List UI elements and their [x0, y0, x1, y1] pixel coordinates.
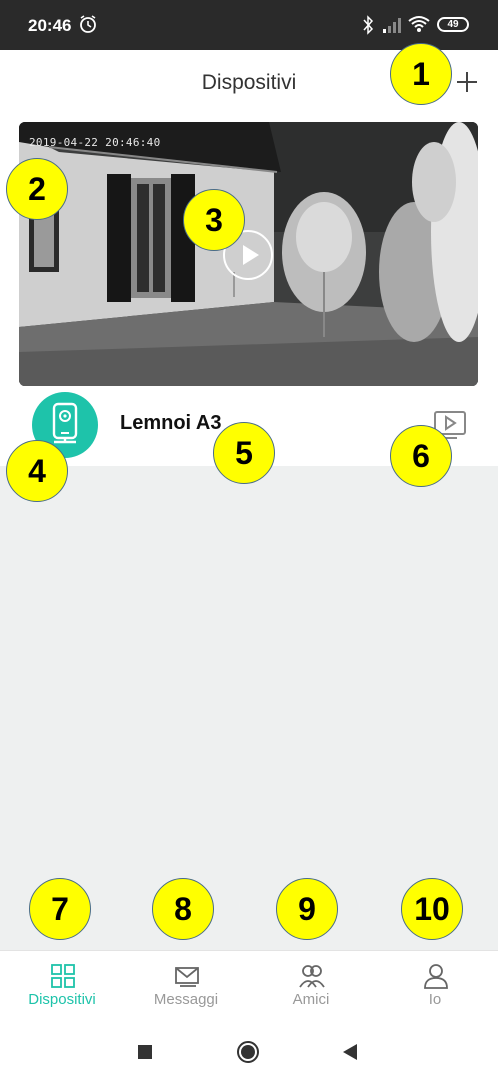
marker: 6 — [390, 425, 452, 487]
marker: 9 — [276, 878, 338, 940]
marker: 7 — [29, 878, 91, 940]
tab-label: Amici — [292, 991, 330, 1008]
preview-timestamp: 2019-04-22 20:46:40 — [29, 136, 161, 149]
marker: 5 — [213, 422, 275, 484]
alarm-icon — [80, 15, 96, 33]
tab-messaggi[interactable]: Messaggi — [124, 951, 248, 1023]
wifi-icon — [408, 16, 430, 32]
device-card: 2019-04-22 20:46:40 Lemnoi A3 — [0, 116, 498, 466]
marker: 1 — [390, 43, 452, 105]
tab-io[interactable]: Io — [373, 951, 497, 1023]
device-name[interactable]: Lemnoi A3 — [120, 412, 222, 435]
tab-amici[interactable]: Amici — [249, 951, 373, 1023]
plus-icon[interactable] — [456, 71, 478, 93]
marker: 2 — [6, 158, 68, 220]
home-icon[interactable] — [236, 1040, 260, 1064]
marker: 8 — [152, 878, 214, 940]
user-icon — [424, 964, 448, 989]
mail-icon — [175, 967, 199, 987]
tab-label: Io — [428, 991, 442, 1008]
tab-label: Dispositivi — [28, 991, 96, 1008]
camera-preview[interactable]: 2019-04-22 20:46:40 — [19, 122, 478, 386]
system-nav-bar — [0, 1022, 498, 1080]
battery-level: 49 — [447, 19, 459, 30]
tab-label: Messaggi — [153, 991, 219, 1008]
battery-icon: 49 — [437, 17, 469, 32]
back-icon[interactable] — [341, 1043, 359, 1061]
status-time: 20:46 — [28, 16, 72, 35]
recents-icon[interactable] — [137, 1044, 153, 1060]
marker: 3 — [183, 189, 245, 251]
marker: 4 — [6, 440, 68, 502]
friends-icon — [299, 965, 325, 988]
marker: 10 — [401, 878, 463, 940]
bottom-nav: Dispositivi Messaggi Amici Io — [0, 950, 498, 1022]
bluetooth-icon — [363, 15, 374, 35]
tab-dispositivi[interactable]: Dispositivi — [0, 951, 124, 1023]
signal-icon — [383, 18, 401, 33]
grid-icon — [51, 964, 75, 988]
